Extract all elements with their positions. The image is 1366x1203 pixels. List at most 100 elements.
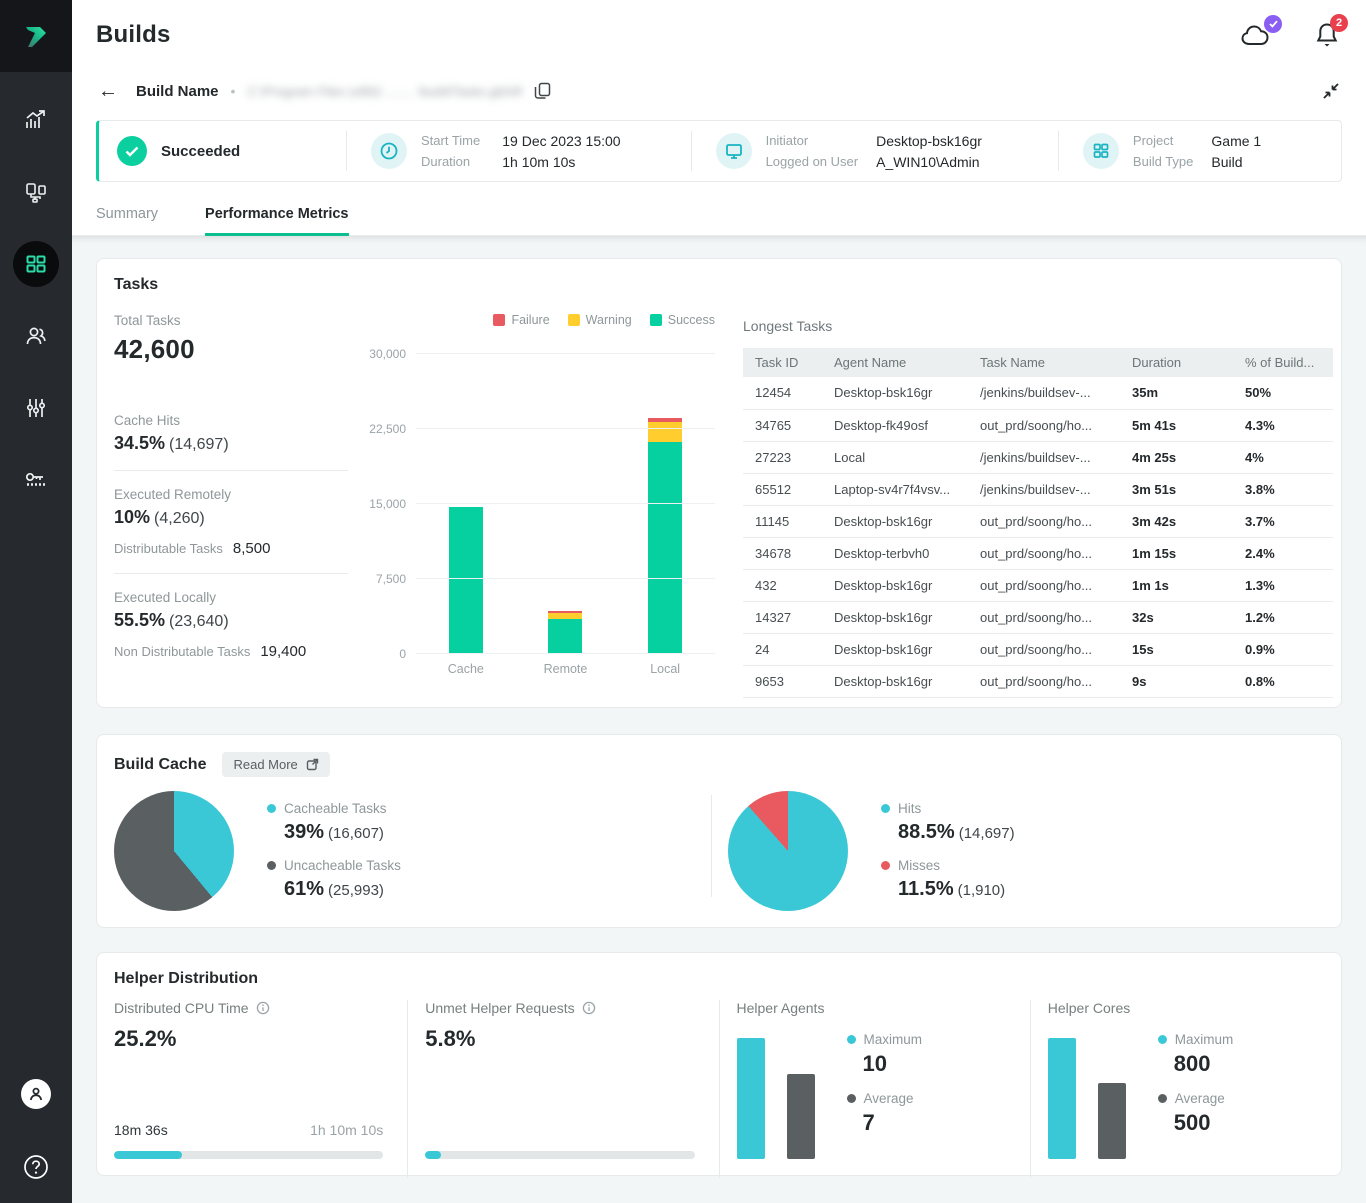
y-tick-label: 7,500 bbox=[376, 572, 406, 586]
tasks-card: Tasks Total Tasks 42,600 Cache Hits 34.5… bbox=[96, 258, 1342, 708]
agents-average-label: Average bbox=[847, 1091, 923, 1106]
helper-agents-column: Helper Agents Maximum 10 Average 7 bbox=[720, 1000, 1031, 1178]
table-row[interactable]: 432Desktop-bsk16grout_prd/soong/ho...1m … bbox=[743, 569, 1333, 601]
executed-locally-label: Executed Locally bbox=[114, 590, 370, 605]
cpu-progress-bar bbox=[114, 1151, 383, 1159]
table-row[interactable]: 14327Desktop-bsk16grout_prd/soong/ho...3… bbox=[743, 601, 1333, 633]
copy-path-button[interactable] bbox=[534, 82, 551, 100]
distributed-cpu-value: 25.2% bbox=[114, 1026, 383, 1052]
table-row[interactable]: 9653Desktop-bsk16grout_prd/soong/ho...9s… bbox=[743, 665, 1333, 697]
bar-remote bbox=[548, 611, 582, 654]
hits-label: Hits bbox=[881, 801, 1015, 816]
helper-agents-bars bbox=[737, 1038, 815, 1159]
unmet-progress-bar bbox=[425, 1151, 694, 1159]
helper-distribution-title: Helper Distribution bbox=[97, 970, 1341, 988]
tasks-stacked-bar-chart: FailureWarningSuccess 07,50015,00022,500… bbox=[370, 276, 715, 707]
y-tick-label: 30,000 bbox=[369, 347, 406, 361]
distributable-tasks: Distributable Tasks8,500 bbox=[114, 540, 370, 557]
sidebar-item-builds[interactable] bbox=[0, 228, 72, 300]
active-nav-highlight bbox=[13, 241, 59, 287]
tabs: Summary Performance Metrics bbox=[72, 196, 1366, 236]
sidebar-item-agents[interactable] bbox=[0, 156, 72, 228]
helper-cores-label: Helper Cores bbox=[1048, 1000, 1317, 1016]
cores-maximum-value: 800 bbox=[1174, 1051, 1234, 1077]
info-icon[interactable] bbox=[256, 1001, 270, 1015]
sidebar-item-dashboard[interactable] bbox=[0, 84, 72, 156]
build-path-redacted: C:\Program Files (x86)\ ........ \build\… bbox=[247, 84, 522, 99]
sidebar-item-settings[interactable] bbox=[0, 372, 72, 444]
agents-distribution-icon bbox=[23, 179, 49, 205]
longest-tasks-title: Longest Tasks bbox=[743, 318, 1333, 334]
executed-remotely-value: 10%(4,260) bbox=[114, 507, 370, 528]
tab-performance-metrics[interactable]: Performance Metrics bbox=[205, 196, 348, 235]
field-label: Initiator bbox=[766, 133, 859, 149]
time-field-group: Start Time 19 Dec 2023 15:00 Duration 1h… bbox=[347, 133, 645, 170]
tasks-chart-legend: FailureWarningSuccess bbox=[370, 312, 715, 328]
gridline bbox=[416, 428, 715, 429]
monitor-icon bbox=[716, 133, 752, 169]
sidebar-item-license[interactable] bbox=[0, 444, 72, 516]
table-row[interactable]: 34765Desktop-fk49osfout_prd/soong/ho...5… bbox=[743, 409, 1333, 441]
field-label: Start Time bbox=[421, 133, 480, 149]
field-value: 1h 10m 10s bbox=[502, 154, 620, 170]
gridline bbox=[416, 503, 715, 504]
content-area: Tasks Total Tasks 42,600 Cache Hits 34.5… bbox=[72, 236, 1366, 1203]
app-logo[interactable] bbox=[0, 0, 72, 72]
sidebar-item-users[interactable] bbox=[0, 300, 72, 372]
notifications-count-badge: 2 bbox=[1330, 14, 1348, 32]
collapse-button[interactable] bbox=[1322, 82, 1340, 100]
field-label: Build Type bbox=[1133, 154, 1193, 170]
col-duration[interactable]: Duration bbox=[1120, 348, 1233, 377]
executed-locally-value: 55.5%(23,640) bbox=[114, 610, 370, 631]
status-text: Succeeded bbox=[161, 143, 240, 160]
table-row[interactable]: 65512Laptop-sv4r7f4vsv.../jenkins/builds… bbox=[743, 473, 1333, 505]
y-tick-label: 0 bbox=[399, 647, 406, 661]
agents-maximum-value: 10 bbox=[863, 1051, 923, 1077]
table-row[interactable]: 24Desktop-bsk16grout_prd/soong/ho...15s0… bbox=[743, 633, 1333, 665]
gridline bbox=[416, 653, 715, 654]
col-agent-name[interactable]: Agent Name bbox=[822, 348, 968, 377]
table-row[interactable]: 27223Local/jenkins/buildsev-...4m 25s4% bbox=[743, 441, 1333, 473]
y-tick-label: 15,000 bbox=[369, 497, 406, 511]
notifications-button[interactable]: 2 bbox=[1314, 21, 1340, 49]
col-pct-of-build[interactable]: % of Build... bbox=[1233, 348, 1333, 377]
col-task-name[interactable]: Task Name bbox=[968, 348, 1120, 377]
tab-summary[interactable]: Summary bbox=[96, 196, 158, 235]
cpu-time-labels: 18m 36s 1h 10m 10s bbox=[114, 1122, 383, 1138]
unmet-requests-label: Unmet Helper Requests bbox=[425, 1000, 694, 1016]
field-label: Project bbox=[1133, 133, 1193, 149]
user-avatar[interactable] bbox=[21, 1079, 51, 1109]
cloud-status-button[interactable] bbox=[1240, 22, 1274, 48]
sidebar bbox=[0, 0, 72, 1203]
dashboard-chart-icon bbox=[23, 107, 49, 133]
build-cache-card: Build Cache Read More Cacheable Tasks 39… bbox=[96, 734, 1342, 928]
bar-segment-warning bbox=[648, 422, 682, 443]
hits-value: 88.5%(14,697) bbox=[898, 821, 1015, 844]
table-header-row: Task ID Agent Name Task Name Duration % … bbox=[743, 348, 1333, 377]
back-button[interactable]: ← bbox=[98, 81, 118, 101]
col-task-id[interactable]: Task ID bbox=[743, 348, 822, 377]
logo-icon bbox=[19, 19, 53, 53]
info-icon[interactable] bbox=[582, 1001, 596, 1015]
bar-segment-success bbox=[548, 619, 582, 654]
total-tasks-label: Total Tasks bbox=[114, 313, 370, 328]
table-row[interactable]: 12454Desktop-bsk16gr/jenkins/buildsev-..… bbox=[743, 377, 1333, 409]
field-value: Game 1 bbox=[1211, 133, 1261, 149]
cacheable-label: Cacheable Tasks bbox=[267, 801, 401, 816]
help-icon[interactable] bbox=[22, 1153, 50, 1181]
user-avatar-icon bbox=[27, 1085, 45, 1103]
check-icon bbox=[1269, 20, 1278, 28]
external-link-icon bbox=[306, 758, 319, 771]
table-row[interactable]: 34678Desktop-terbvh0out_prd/soong/ho...1… bbox=[743, 537, 1333, 569]
field-value: 19 Dec 2023 15:00 bbox=[502, 133, 620, 149]
legend-item-success: Success bbox=[650, 312, 715, 328]
cacheable-section: Cacheable Tasks 39%(16,607) Uncacheable … bbox=[114, 791, 711, 911]
legend-item-warning: Warning bbox=[568, 312, 632, 328]
cores-average-value: 500 bbox=[1174, 1110, 1234, 1136]
y-tick-label: 22,500 bbox=[369, 422, 406, 436]
collapse-arrows-icon bbox=[1322, 82, 1340, 100]
cache-hits-value: 34.5%(14,697) bbox=[114, 433, 370, 454]
read-more-button[interactable]: Read More bbox=[222, 752, 329, 777]
table-row[interactable]: 11145Desktop-bsk16grout_prd/soong/ho...3… bbox=[743, 505, 1333, 537]
misses-value: 11.5%(1,910) bbox=[898, 878, 1015, 901]
